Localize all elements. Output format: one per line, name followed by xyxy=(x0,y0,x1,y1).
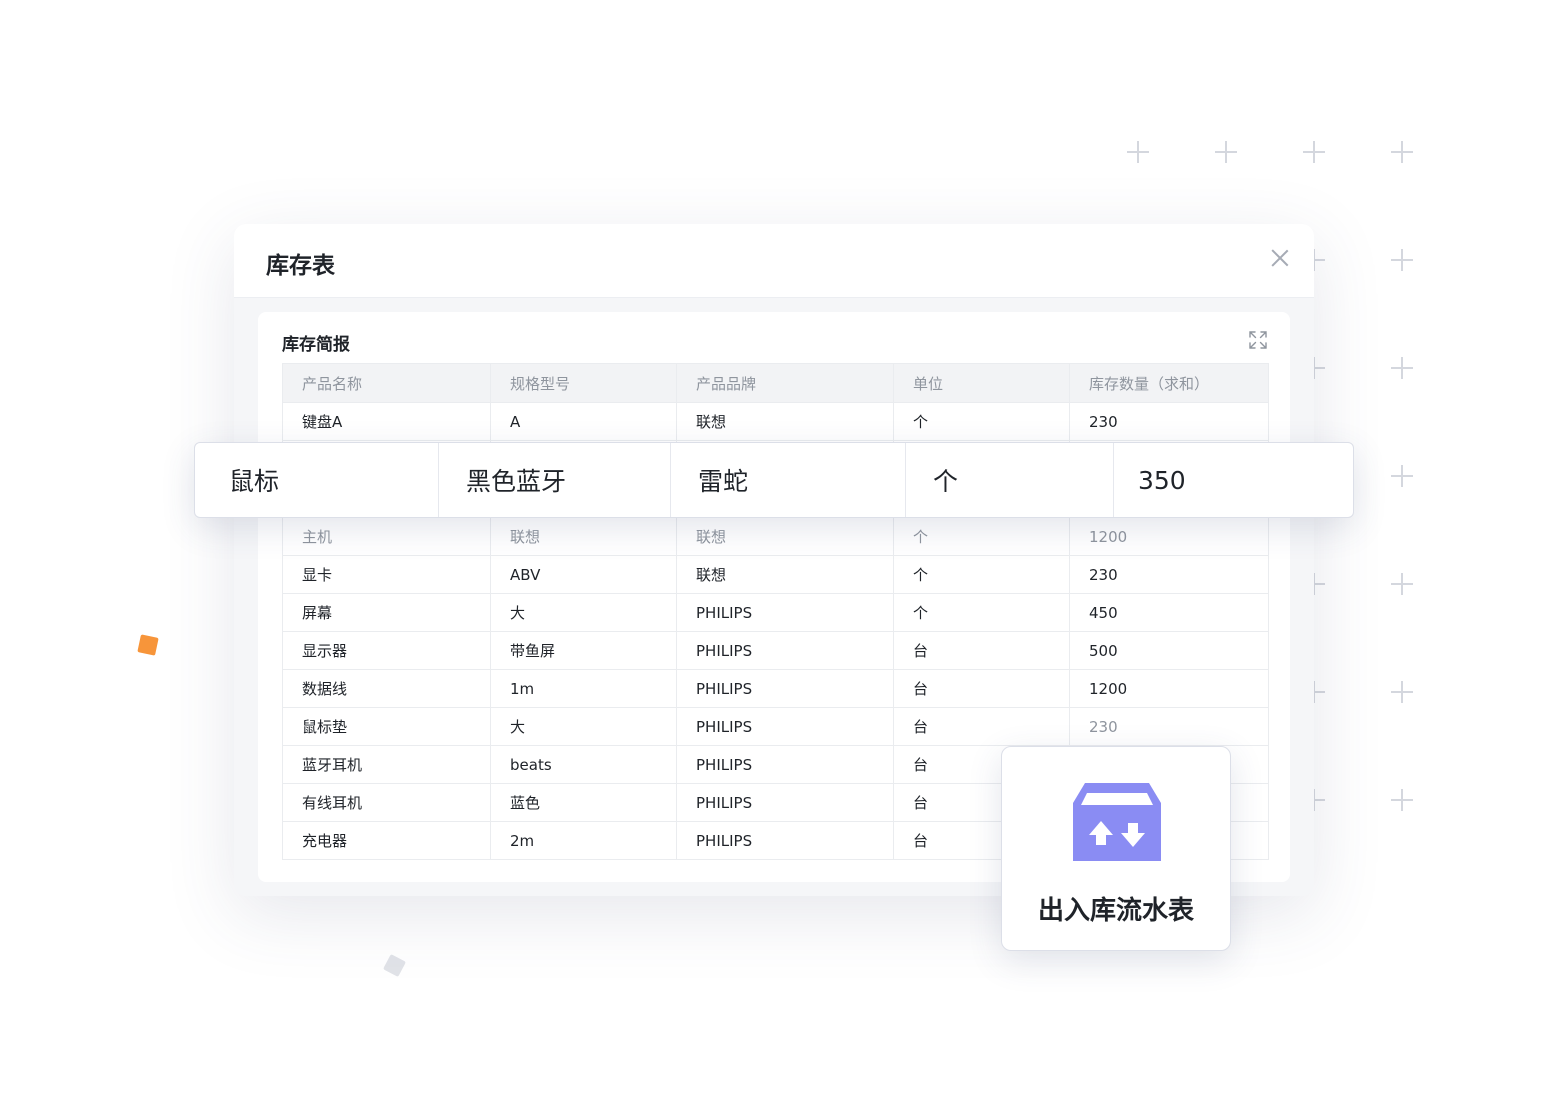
cell-brand: 联想 xyxy=(676,517,894,556)
cell-stock: 230 xyxy=(1069,555,1269,594)
cell-unit: 台 xyxy=(893,631,1070,670)
cell-product-name: 显卡 xyxy=(282,555,491,594)
decor-plus-icon xyxy=(1127,141,1149,163)
window-header: 库存表 xyxy=(234,224,1314,298)
cell-spec: 大 xyxy=(490,707,677,746)
table-row[interactable]: 鼠标垫 大 PHILIPS 台 230 xyxy=(282,707,1269,746)
warehouse-in-out-icon xyxy=(1073,783,1161,861)
table-header-row: 产品名称 规格型号 产品品牌 单位 库存数量（求和） xyxy=(282,363,1269,403)
table-row[interactable]: 键盘A A 联想 个 230 xyxy=(282,402,1269,441)
cell-brand: PHILIPS xyxy=(676,783,894,822)
cell-unit: 个 xyxy=(893,593,1070,632)
cell-product-name: 数据线 xyxy=(282,669,491,708)
cell-brand: PHILIPS xyxy=(676,631,894,670)
close-icon[interactable] xyxy=(1270,248,1290,268)
cell-product-name: 键盘A xyxy=(282,402,491,441)
decor-plus-icon xyxy=(1391,141,1413,163)
cell-stock: 230 xyxy=(1069,402,1269,441)
highlight-cell-unit: 个 xyxy=(906,443,1114,517)
decor-plus-icon xyxy=(1391,249,1413,271)
decor-plus-icon xyxy=(1303,141,1325,163)
table-row[interactable]: 显卡 ABV 联想 个 230 xyxy=(282,555,1269,594)
table-row[interactable]: 显示器 带鱼屏 PHILIPS 台 500 xyxy=(282,631,1269,670)
cell-product-name: 主机 xyxy=(282,517,491,556)
cell-brand: PHILIPS xyxy=(676,707,894,746)
cell-brand: PHILIPS xyxy=(676,745,894,784)
cell-brand: PHILIPS xyxy=(676,821,894,860)
cell-product-name: 有线耳机 xyxy=(282,783,491,822)
cell-stock: 230 xyxy=(1069,707,1269,746)
cell-spec: 蓝色 xyxy=(490,783,677,822)
cell-product-name: 鼠标垫 xyxy=(282,707,491,746)
cell-product-name: 充电器 xyxy=(282,821,491,860)
cell-spec: 大 xyxy=(490,593,677,632)
decor-plus-icon xyxy=(1391,789,1413,811)
column-header-spec[interactable]: 规格型号 xyxy=(490,363,677,403)
cell-unit: 个 xyxy=(893,555,1070,594)
column-header-unit[interactable]: 单位 xyxy=(893,363,1070,403)
highlight-cell-product-name: 鼠标 xyxy=(195,443,439,517)
card-title: 库存简报 xyxy=(282,335,350,355)
flow-card-label: 出入库流水表 xyxy=(1037,896,1194,926)
cell-spec: 1m xyxy=(490,669,677,708)
cell-brand: 联想 xyxy=(676,402,894,441)
table-row[interactable]: 数据线 1m PHILIPS 台 1200 xyxy=(282,669,1269,708)
highlight-cell-brand: 雷蛇 xyxy=(671,443,906,517)
cell-product-name: 蓝牙耳机 xyxy=(282,745,491,784)
cell-spec: beats xyxy=(490,745,677,784)
cell-unit: 个 xyxy=(893,517,1070,556)
decor-plus-icon xyxy=(1391,357,1413,379)
cell-spec: 带鱼屏 xyxy=(490,631,677,670)
decor-orange-square xyxy=(137,634,159,656)
cell-product-name: 显示器 xyxy=(282,631,491,670)
highlight-cell-spec: 黑色蓝牙 xyxy=(439,443,671,517)
cell-stock: 1200 xyxy=(1069,517,1269,556)
cell-unit: 台 xyxy=(893,669,1070,708)
decor-plus-icon xyxy=(1215,141,1237,163)
cell-spec: 联想 xyxy=(490,517,677,556)
cell-brand: PHILIPS xyxy=(676,669,894,708)
window-title: 库存表 xyxy=(266,253,335,279)
cell-spec: 2m xyxy=(490,821,677,860)
decor-plus-icon xyxy=(1391,573,1413,595)
cell-spec: ABV xyxy=(490,555,677,594)
cell-brand: PHILIPS xyxy=(676,593,894,632)
cell-brand: 联想 xyxy=(676,555,894,594)
column-header-stock-sum[interactable]: 库存数量（求和） xyxy=(1069,363,1269,403)
column-header-product-name[interactable]: 产品名称 xyxy=(282,363,491,403)
cell-stock: 1200 xyxy=(1069,669,1269,708)
cell-spec: A xyxy=(490,402,677,441)
expand-icon[interactable] xyxy=(1248,330,1268,350)
decor-plus-icon xyxy=(1391,681,1413,703)
column-header-brand[interactable]: 产品品牌 xyxy=(676,363,894,403)
cell-product-name: 屏幕 xyxy=(282,593,491,632)
cell-unit: 台 xyxy=(893,707,1070,746)
table-row[interactable]: 主机 联想 联想 个 1200 xyxy=(282,517,1269,556)
inout-flow-table-card[interactable]: 出入库流水表 xyxy=(1001,746,1231,951)
decor-plus-icon xyxy=(1391,465,1413,487)
cell-stock: 500 xyxy=(1069,631,1269,670)
highlighted-row[interactable]: 鼠标 黑色蓝牙 雷蛇 个 350 xyxy=(194,442,1354,518)
table-row[interactable]: 屏幕 大 PHILIPS 个 450 xyxy=(282,593,1269,632)
decor-gray-square xyxy=(383,954,406,977)
cell-unit: 个 xyxy=(893,402,1070,441)
cell-stock: 450 xyxy=(1069,593,1269,632)
highlight-cell-stock: 350 xyxy=(1138,465,1186,495)
